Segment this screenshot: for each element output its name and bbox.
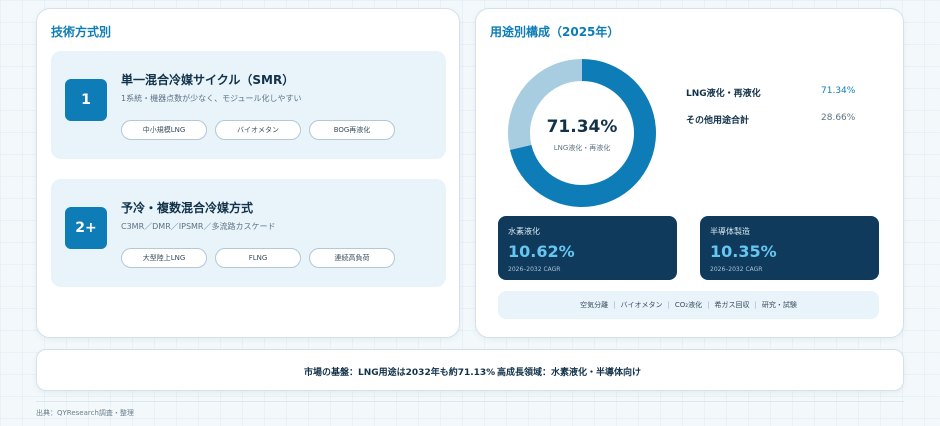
tech-title: 予冷・複数混合冷媒方式 — [121, 201, 254, 215]
tech-card-title: 技術方式別 — [51, 25, 112, 39]
separator: | — [667, 301, 670, 309]
applications-list: 空気分離 | バイオメタン | CO₂液化 | 希ガス回収 | 研究・試験 — [498, 291, 879, 319]
kpi-note: 2026–2032 CAGR — [710, 266, 763, 273]
kpi-hydrogen: 水素液化 10.62% 2026–2032 CAGR — [498, 216, 677, 280]
tech-number-badge: 1 — [65, 79, 107, 121]
summary-growth: 高成長領域：水素液化・半導体向け — [497, 368, 642, 378]
tech-tag: FLNG — [215, 248, 301, 268]
summary-banner: 市場の基盤：LNG用途は2032年も約71.13% 高成長領域：水素液化・半導体… — [36, 349, 904, 391]
application-item: 希ガス回収 — [714, 301, 750, 309]
kpi-value: 10.35% — [710, 242, 777, 261]
usage-donut-chart: 71.34% LNG液化・再液化 — [508, 59, 656, 208]
tech-card: 技術方式別 1 単一混合冷媒サイクル（SMR） 1系統・機器点数が少なく、モジュ… — [36, 8, 460, 338]
usage-card-title: 用途別構成（2025年） — [490, 25, 620, 39]
legend-label: その他用途合計 — [686, 116, 750, 126]
legend-value: 28.66% — [821, 113, 856, 123]
tech-description: 1系統・機器点数が少なく、モジュール化しやすい — [121, 94, 302, 103]
donut-center-value: 71.34% — [547, 117, 618, 137]
tech-tag-list: 大型陸上LNG FLNG 連続高負荷 — [121, 248, 395, 268]
application-item: 研究・試験 — [761, 301, 797, 309]
tech-title: 単一混合冷媒サイクル（SMR） — [121, 73, 295, 87]
tech-block-mr: 2+ 予冷・複数混合冷媒方式 C3MR／DMR／IPSMR／多流路カスケード 大… — [51, 179, 446, 287]
divider — [36, 401, 904, 402]
tech-tag: バイオメタン — [215, 120, 301, 140]
tech-tag: BOG再液化 — [309, 120, 395, 140]
tech-tag: 中小規模LNG — [121, 120, 207, 140]
usage-card: 用途別構成（2025年） 71.34% LNG液化・再液化 LNG液化・再液化 … — [475, 8, 904, 338]
tech-tag: 大型陸上LNG — [121, 248, 207, 268]
tech-block-smr: 1 単一混合冷媒サイクル（SMR） 1系統・機器点数が少なく、モジュール化しやす… — [51, 51, 446, 159]
separator: | — [707, 301, 710, 309]
source-note: 出典：QYResearch調査・整理 — [36, 409, 134, 417]
application-item: バイオメタン — [620, 301, 663, 309]
summary-basis: 市場の基盤：LNG用途は2032年も約71.13% — [304, 368, 496, 378]
tech-tag: 連続高負荷 — [309, 248, 395, 268]
legend-label: LNG液化・再液化 — [686, 89, 761, 99]
donut-center-label: LNG液化・再液化 — [554, 143, 611, 152]
tech-number-badge: 2+ — [65, 207, 107, 249]
kpi-label: 半導体製造 — [710, 227, 750, 236]
kpi-note: 2026–2032 CAGR — [508, 266, 561, 273]
kpi-semiconductor: 半導体製造 10.35% 2026–2032 CAGR — [700, 216, 879, 280]
legend-value: 71.34% — [821, 86, 856, 96]
separator: | — [754, 301, 757, 309]
tech-tag-list: 中小規模LNG バイオメタン BOG再液化 — [121, 120, 395, 140]
tech-description: C3MR／DMR／IPSMR／多流路カスケード — [121, 222, 276, 231]
application-item: 空気分離 — [580, 301, 609, 309]
application-item: CO₂液化 — [674, 301, 703, 309]
separator: | — [613, 301, 616, 309]
kpi-value: 10.62% — [508, 242, 575, 261]
kpi-label: 水素液化 — [508, 227, 540, 236]
